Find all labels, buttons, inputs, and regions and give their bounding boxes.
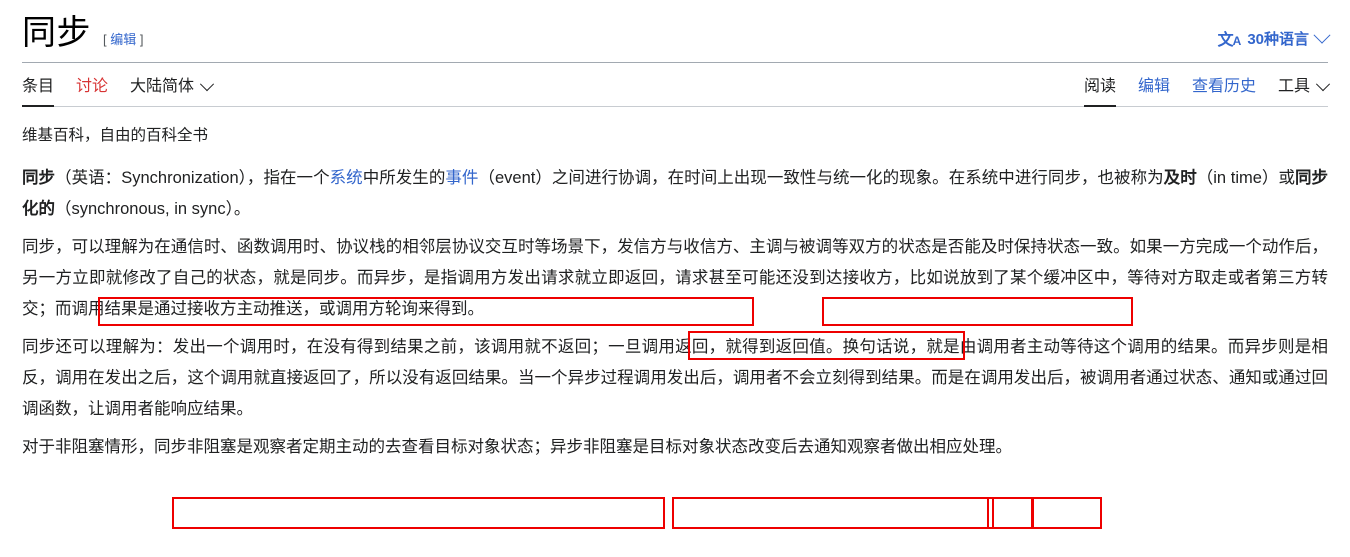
article-link[interactable]: 事件 bbox=[445, 169, 478, 187]
bold-term: 同步 bbox=[22, 169, 56, 187]
view-tabs: 阅读 编辑 查看历史 工具 bbox=[1083, 76, 1331, 107]
namespace-tabs: 条目 讨论 大陆简体 bbox=[22, 76, 215, 107]
language-icon: 文A bbox=[1217, 32, 1242, 49]
article-link[interactable]: 系统 bbox=[330, 169, 363, 187]
text-run: （synchronous, in sync）。 bbox=[55, 200, 251, 218]
text-run: 同步，可以理解为在通信时、函数调用时、协议栈的相邻层协议交互时等场景下，发信方与… bbox=[22, 238, 1328, 318]
paragraph-p4: 对于非阻塞情形，同步非阻塞是观察者定期主动的去查看目标对象状态；异步非阻塞是目标… bbox=[22, 432, 1328, 463]
tab-edit[interactable]: 编辑 bbox=[1138, 76, 1170, 107]
text-run: 中所发生的 bbox=[362, 169, 446, 187]
chevron-down-icon bbox=[1313, 26, 1331, 44]
bracket-close: ] bbox=[139, 32, 144, 47]
bracket-open: [ bbox=[103, 32, 107, 47]
variant-selector-label: 大陆简体 bbox=[130, 78, 195, 95]
title-row: 同步 [ 编辑 ] 文A 30种语言 bbox=[0, 0, 1350, 54]
tab-article[interactable]: 条目 bbox=[22, 76, 55, 107]
tab-view-history[interactable]: 查看历史 bbox=[1192, 76, 1256, 107]
variant-selector-dropdown[interactable]: 大陆简体 bbox=[130, 76, 215, 107]
language-selector-button[interactable]: 文A 30种语言 bbox=[1217, 26, 1331, 54]
edit-title-link[interactable]: 编辑 bbox=[110, 32, 136, 47]
bold-term: 及时 bbox=[1163, 169, 1197, 187]
title-left-group: 同步 [ 编辑 ] bbox=[22, 14, 144, 54]
paragraph-list: 同步（英语：Synchronization），指在一个系统中所发生的事件（eve… bbox=[22, 163, 1328, 463]
page-title: 同步 bbox=[22, 15, 91, 52]
annotation-box-sync-nonblocking bbox=[172, 497, 665, 529]
language-count-label: 30种语言 bbox=[1247, 30, 1309, 48]
chevron-down-icon bbox=[199, 77, 215, 92]
text-run: 对于非阻塞情形，同步非阻塞是观察者定期主动的去查看目标对象状态；异步非阻塞是目标… bbox=[22, 438, 1012, 456]
tab-talk[interactable]: 讨论 bbox=[76, 76, 108, 107]
text-run: （英语：Synchronization），指在一个 bbox=[55, 169, 330, 187]
chevron-down-icon bbox=[1315, 77, 1331, 92]
annotation-box-async-nonblocking bbox=[672, 497, 994, 529]
annotation-box-notify bbox=[987, 497, 1033, 529]
tab-read[interactable]: 阅读 bbox=[1083, 76, 1116, 107]
article-content: 维基百科，自由的百科全书 同步（英语：Synchronization），指在一个… bbox=[0, 107, 1350, 463]
text-run: （in time）或 bbox=[1196, 169, 1296, 187]
tab-bar: 条目 讨论 大陆简体 阅读 编辑 查看历史 工具 bbox=[0, 63, 1350, 107]
tools-dropdown[interactable]: 工具 bbox=[1277, 76, 1331, 107]
site-tagline: 维基百科，自由的百科全书 bbox=[22, 127, 209, 144]
text-run: （event）之间进行协调，在时间上出现一致性与统一化的现象。在系统中进行同步，… bbox=[478, 169, 1164, 187]
title-edit-link-group: [ 编辑 ] bbox=[103, 29, 144, 48]
tools-dropdown-label: 工具 bbox=[1277, 78, 1310, 95]
article-page: 同步 [ 编辑 ] 文A 30种语言 条目 讨论 大陆简体 阅读 编辑 查看历史… bbox=[0, 0, 1350, 557]
paragraph-p1: 同步（英语：Synchronization），指在一个系统中所发生的事件（eve… bbox=[22, 163, 1328, 225]
text-run: 同步还可以理解为：发出一个调用时，在没有得到结果之前，该调用就不返回；一旦调用返… bbox=[22, 338, 1328, 418]
paragraph-p2: 同步，可以理解为在通信时、函数调用时、协议栈的相邻层协议交互时等场景下，发信方与… bbox=[22, 232, 1328, 325]
annotation-box-observer bbox=[1032, 497, 1102, 529]
paragraph-p3: 同步还可以理解为：发出一个调用时，在没有得到结果之前，该调用就不返回；一旦调用返… bbox=[22, 332, 1328, 425]
